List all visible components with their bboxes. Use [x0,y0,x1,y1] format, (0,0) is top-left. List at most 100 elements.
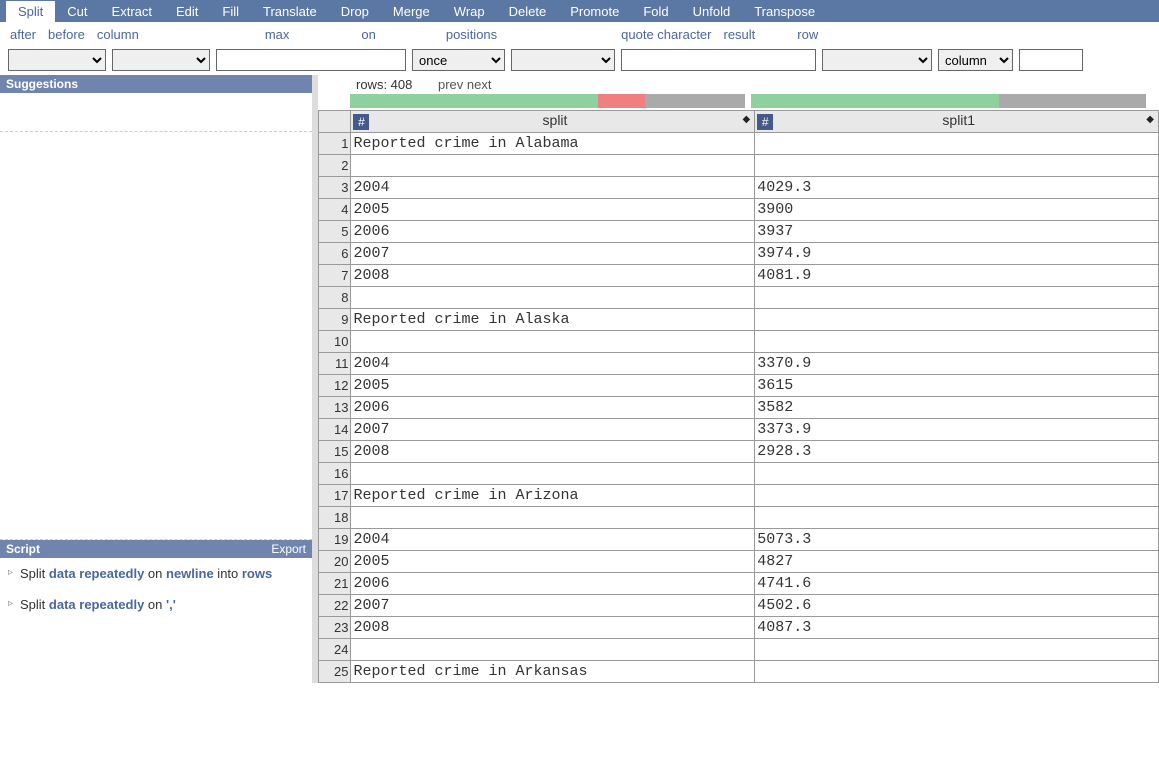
cell[interactable]: 2005 [351,375,755,397]
cell[interactable]: 2008 [351,265,755,287]
prev-link[interactable]: prev [438,77,463,92]
cell[interactable]: 3937 [755,221,1159,243]
menu-item-edit[interactable]: Edit [164,1,210,22]
sort-icon[interactable]: ◆ [743,114,751,125]
table-row[interactable]: 1Reported crime in Alabama [319,133,1159,155]
table-row[interactable]: 720084081.9 [319,265,1159,287]
table-row[interactable]: 2120064741.6 [319,573,1159,595]
cell[interactable]: 4502.6 [755,595,1159,617]
cell[interactable]: 3900 [755,199,1159,221]
param-column-input[interactable] [216,49,406,71]
menu-item-drop[interactable]: Drop [329,1,381,22]
param-max-select[interactable]: once [412,49,505,71]
table-row[interactable]: 17Reported crime in Arizona [319,485,1159,507]
cell[interactable]: Reported crime in Alaska [351,309,755,331]
column-header-split[interactable]: #split◆ [351,111,755,133]
sort-icon[interactable]: ◆ [1146,114,1154,125]
cell[interactable] [351,463,755,485]
menu-item-delete[interactable]: Delete [497,1,559,22]
cell[interactable] [755,639,1159,661]
menu-item-fill[interactable]: Fill [210,1,251,22]
menu-item-translate[interactable]: Translate [251,1,329,22]
param-quote-select[interactable] [822,49,932,71]
table-row[interactable]: 1920045073.3 [319,529,1159,551]
cell[interactable]: 2006 [351,221,755,243]
cell[interactable]: 2008 [351,617,755,639]
param-on-select[interactable] [511,49,615,71]
menu-item-cut[interactable]: Cut [55,1,99,22]
menu-item-merge[interactable]: Merge [381,1,442,22]
table-row[interactable]: 8 [319,287,1159,309]
table-row[interactable]: 1420073373.9 [319,419,1159,441]
script-line[interactable]: Split data repeatedly on ',' [8,597,304,612]
table-row[interactable]: 2 [319,155,1159,177]
cell[interactable]: 2928.3 [755,441,1159,463]
cell[interactable] [755,287,1159,309]
cell[interactable]: 4741.6 [755,573,1159,595]
table-row[interactable]: 1520082928.3 [319,441,1159,463]
cell[interactable] [755,507,1159,529]
param-before-select[interactable] [112,49,210,71]
table-row[interactable]: 1320063582 [319,397,1159,419]
cell[interactable] [755,463,1159,485]
cell[interactable]: 2006 [351,573,755,595]
table-row[interactable]: 2220074502.6 [319,595,1159,617]
cell[interactable]: 3615 [755,375,1159,397]
cell[interactable]: 2006 [351,397,755,419]
cell[interactable]: 4827 [755,551,1159,573]
table-row[interactable]: 320044029.3 [319,177,1159,199]
cell[interactable]: 4029.3 [755,177,1159,199]
param-result-select[interactable]: column [938,49,1013,71]
table-row[interactable]: 2320084087.3 [319,617,1159,639]
column-header-split1[interactable]: #split1◆ [755,111,1159,133]
cell[interactable]: 3974.9 [755,243,1159,265]
cell[interactable] [351,155,755,177]
menu-item-split[interactable]: Split [6,1,55,22]
cell[interactable] [351,287,755,309]
table-row[interactable]: 1120043370.9 [319,353,1159,375]
menu-item-unfold[interactable]: Unfold [681,1,743,22]
table-row[interactable]: 620073974.9 [319,243,1159,265]
cell[interactable]: 2005 [351,199,755,221]
cell[interactable] [351,331,755,353]
cell[interactable]: 2005 [351,551,755,573]
cell[interactable]: Reported crime in Arkansas [351,661,755,683]
param-positions-input[interactable] [621,49,816,71]
table-row[interactable]: 520063937 [319,221,1159,243]
cell[interactable] [755,485,1159,507]
cell[interactable]: Reported crime in Alabama [351,133,755,155]
cell[interactable]: 2007 [351,419,755,441]
cell[interactable] [755,155,1159,177]
cell[interactable]: 2007 [351,595,755,617]
table-row[interactable]: 16 [319,463,1159,485]
menu-item-transpose[interactable]: Transpose [742,1,827,22]
cell[interactable]: 2007 [351,243,755,265]
cell[interactable] [351,507,755,529]
param-row-input[interactable] [1019,49,1083,71]
cell[interactable]: 3373.9 [755,419,1159,441]
cell[interactable]: 2004 [351,177,755,199]
table-row[interactable]: 2020054827 [319,551,1159,573]
cell[interactable]: 4087.3 [755,617,1159,639]
menu-item-promote[interactable]: Promote [558,1,631,22]
script-line[interactable]: Split data repeatedly on newline into ro… [8,566,304,581]
cell[interactable] [755,661,1159,683]
cell[interactable]: 2008 [351,441,755,463]
menu-item-wrap[interactable]: Wrap [442,1,497,22]
cell[interactable]: 3370.9 [755,353,1159,375]
table-row[interactable]: 1220053615 [319,375,1159,397]
menu-item-fold[interactable]: Fold [631,1,680,22]
table-row[interactable]: 9Reported crime in Alaska [319,309,1159,331]
cell[interactable] [351,639,755,661]
table-row[interactable]: 18 [319,507,1159,529]
export-link[interactable]: Export [271,542,306,556]
cell[interactable]: Reported crime in Arizona [351,485,755,507]
table-row[interactable]: 10 [319,331,1159,353]
param-after-select[interactable] [8,49,106,71]
cell[interactable]: 2004 [351,529,755,551]
cell[interactable]: 4081.9 [755,265,1159,287]
table-row[interactable]: 24 [319,639,1159,661]
cell[interactable]: 2004 [351,353,755,375]
table-row[interactable]: 25Reported crime in Arkansas [319,661,1159,683]
next-link[interactable]: next [467,77,492,92]
